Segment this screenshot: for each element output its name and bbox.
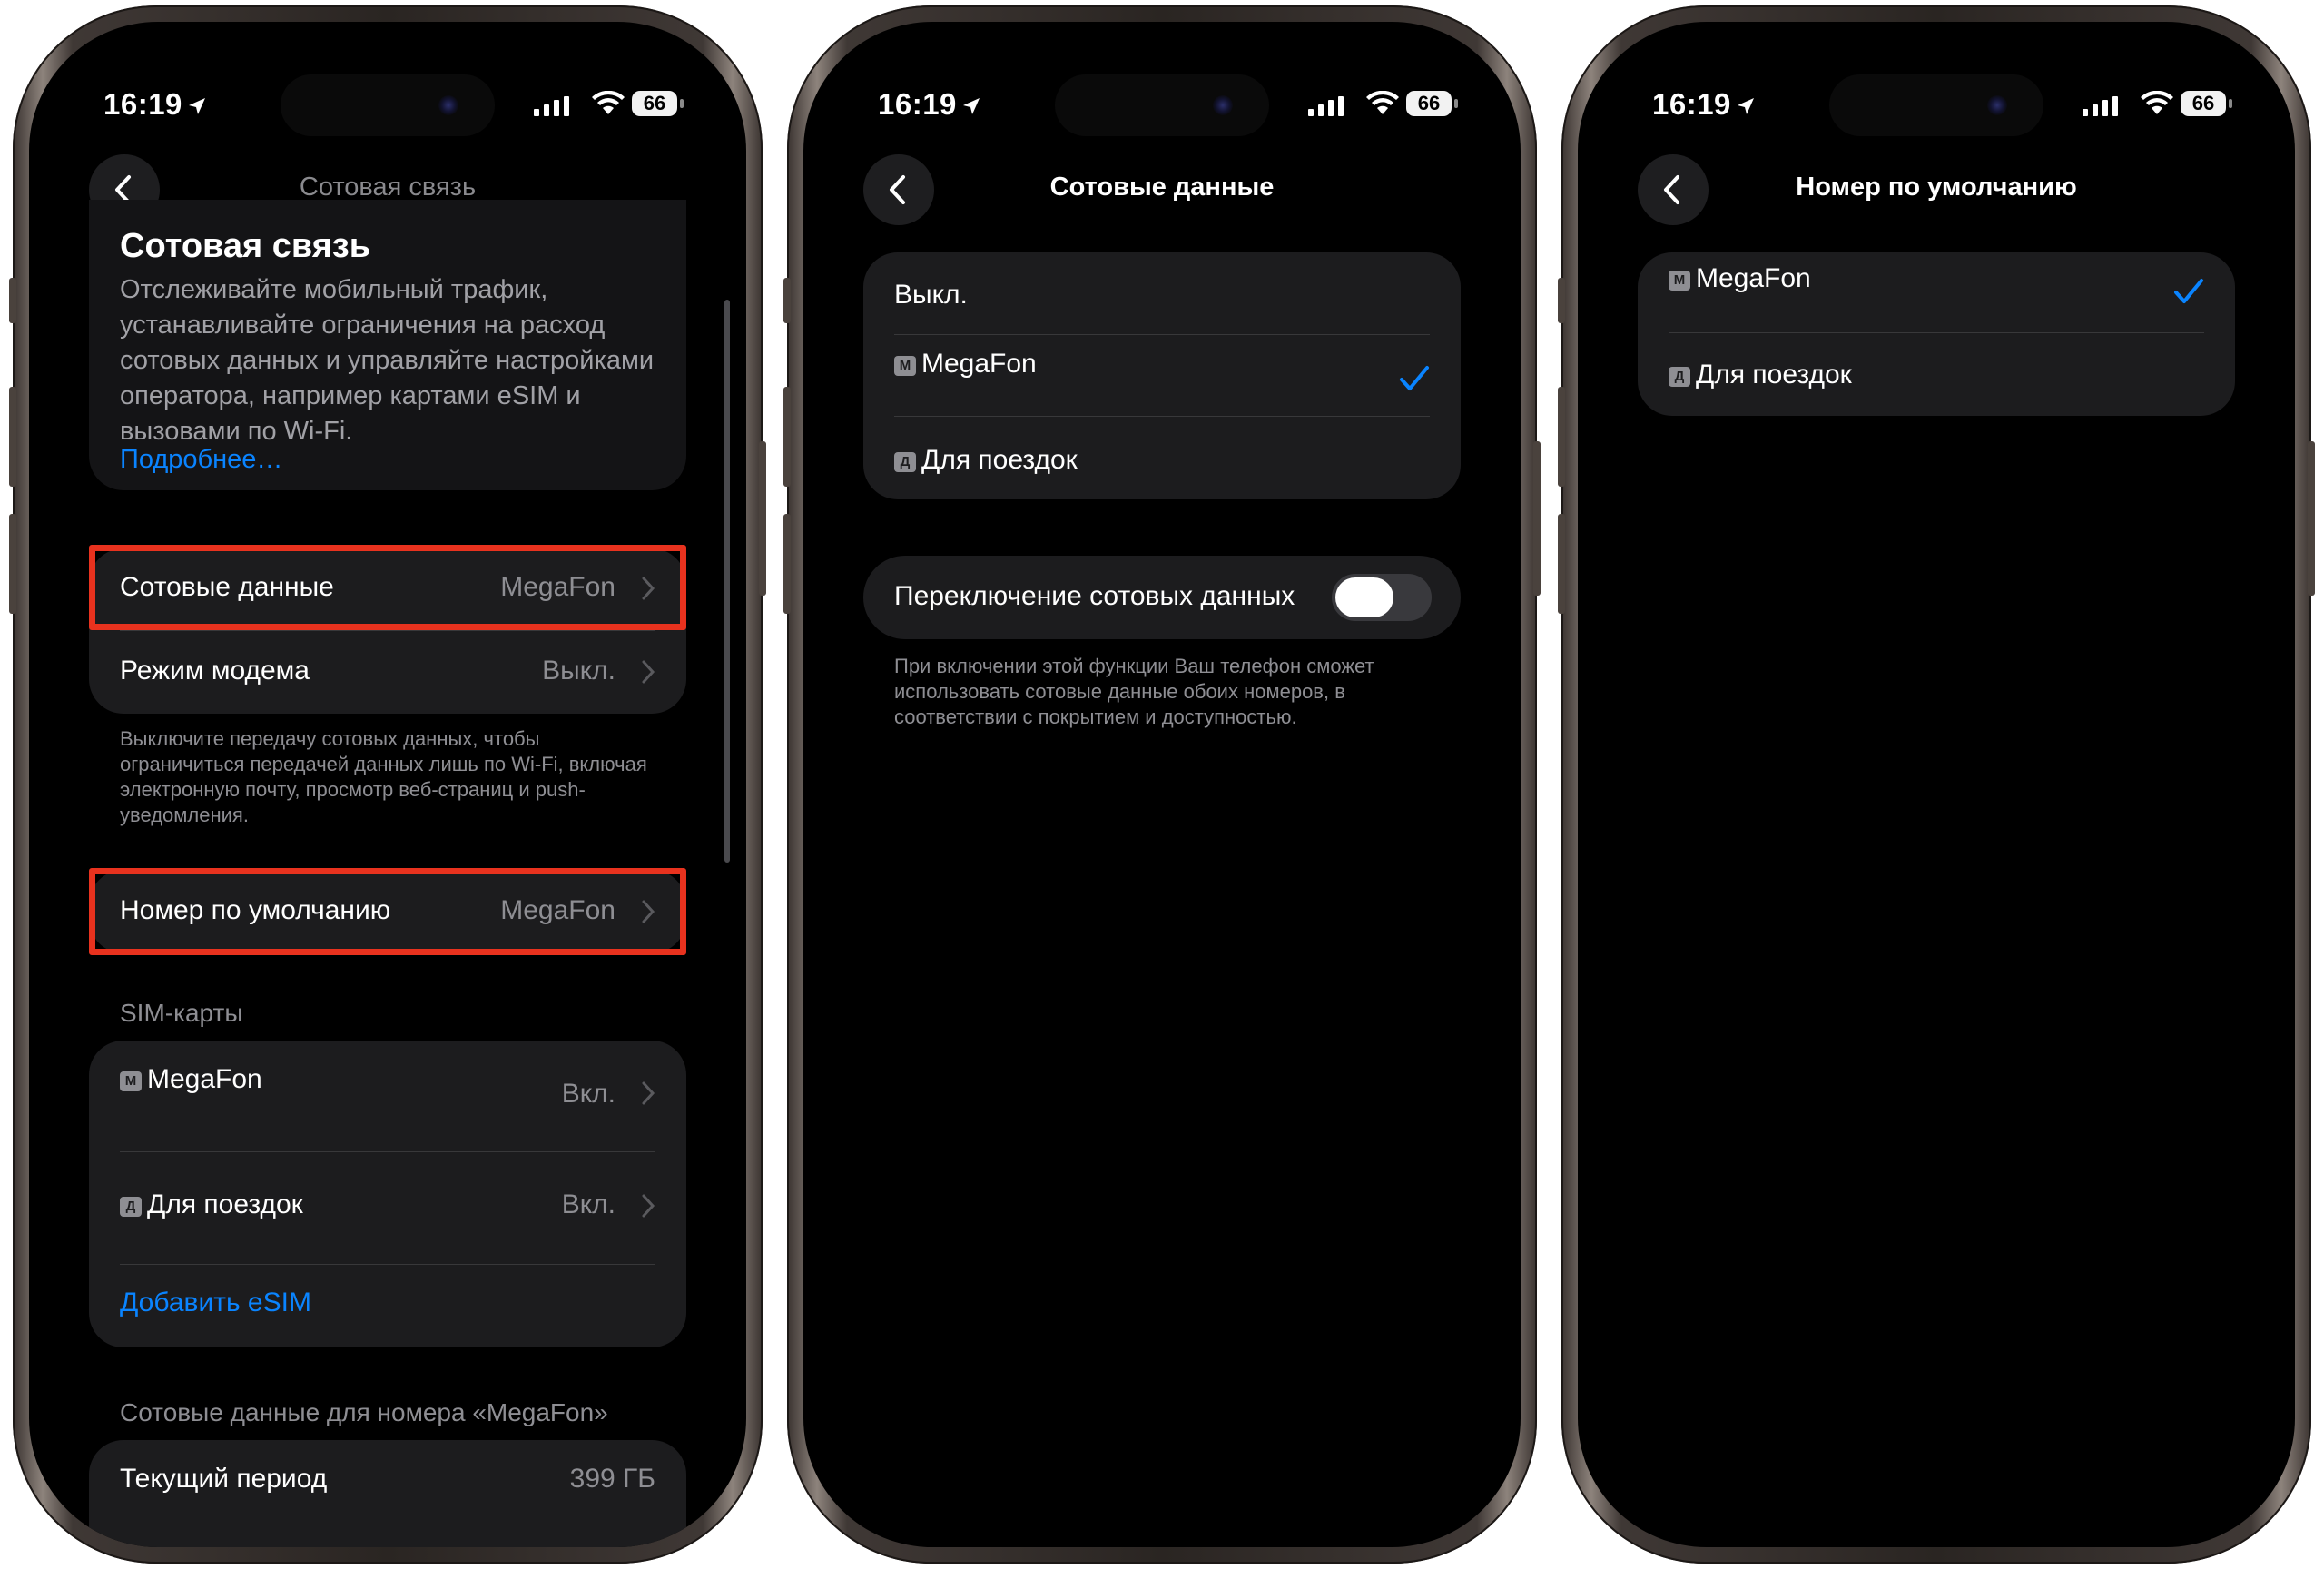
option-travel[interactable]: Д Для поездок — [1669, 360, 2204, 390]
sim-badge-icon: Д — [1669, 367, 1690, 387]
battery-indicator: 66 — [2181, 91, 2232, 116]
scroll-indicator[interactable] — [724, 300, 730, 863]
sim-status: Вкл. — [561, 1079, 615, 1109]
info-card-title: Сотовая связь — [120, 227, 371, 265]
screen-cellular-data: 16:19 66 Сотовые данные Выкл. M MegaFon Д… — [803, 22, 1521, 1547]
hotspot-value: Выкл. — [542, 656, 615, 686]
status-bar: 16:19 66 — [1578, 78, 2295, 133]
usage-section-header: Сотовые данные для номера «MegaFon» — [120, 1398, 608, 1426]
status-bar: 16:19 66 — [803, 78, 1521, 133]
hotspot-row[interactable]: Режим модема Выкл. — [120, 656, 655, 686]
more-link[interactable]: Подробнее… — [120, 445, 282, 475]
option-label: Выкл. — [894, 280, 968, 310]
info-card: Сотовая связь Отслеживайте мобильный тра… — [89, 200, 686, 490]
add-esim-link[interactable]: Добавить eSIM — [120, 1288, 655, 1318]
sim-row-travel[interactable]: Д Для поездок Вкл. — [120, 1189, 655, 1220]
status-time: 16:19 — [1652, 87, 1757, 122]
sim-badge-icon: M — [120, 1071, 142, 1091]
switching-group: Переключение сотовых данных — [863, 556, 1461, 639]
cellular-footer-note: Выключите передачу сотовых данных, чтобы… — [120, 727, 647, 826]
sim-status: Вкл. — [561, 1189, 615, 1219]
highlight-default-number — [89, 868, 686, 955]
chevron-right-icon — [642, 1194, 655, 1218]
sim-row-megafon[interactable]: M MegaFon Вкл. — [120, 1064, 655, 1137]
wifi-icon — [1366, 91, 1399, 114]
nav-title: Номер по умолчанию — [1796, 173, 2077, 202]
option-megafon[interactable]: M MegaFon — [1669, 263, 2204, 327]
switching-toggle[interactable] — [1332, 574, 1432, 621]
status-bar: 16:19 66 — [29, 78, 746, 133]
chevron-right-icon — [642, 1081, 655, 1105]
option-travel[interactable]: Д Для поездок — [894, 445, 1430, 476]
chevron-right-icon — [642, 660, 655, 684]
sim-section-header: SIM-карты — [120, 999, 243, 1027]
screen-cellular-settings: 16:19 66 Сотовая связь Сотовая связь Отс… — [29, 22, 746, 1547]
wifi-icon — [592, 91, 625, 114]
sim-badge-icon: Д — [894, 452, 916, 472]
info-card-description: Отслеживайте мобильный трафик, устанавли… — [120, 275, 655, 446]
cellular-signal-icon — [1308, 96, 1344, 116]
option-label: Для поездок — [921, 445, 1078, 475]
default-line-group: M MegaFon Д Для поездок — [1638, 252, 2235, 416]
usage-group: Текущий период 399 ГБ — [89, 1440, 686, 1547]
battery-indicator: 66 — [1406, 91, 1458, 116]
sim-badge-icon: M — [1669, 271, 1690, 291]
sim-badge-icon: M — [894, 356, 916, 376]
cellular-signal-icon — [534, 96, 569, 116]
option-label: Для поездок — [1696, 360, 1852, 390]
option-label: MegaFon — [1696, 263, 1811, 293]
sim-group: M MegaFon Вкл. Д Для поездок Вкл. Добавить… — [89, 1041, 686, 1347]
option-megafon[interactable]: M MegaFon — [894, 349, 1430, 412]
checkmark-icon — [2174, 279, 2203, 303]
screen-default-number: 16:19 66 Номер по умолчанию M MegaFon Д Дл… — [1578, 22, 2295, 1547]
sim-name: MegaFon — [147, 1064, 262, 1094]
hotspot-label: Режим модема — [120, 656, 310, 686]
sim-badge-icon: Д — [120, 1197, 142, 1217]
option-label: MegaFon — [921, 349, 1037, 379]
location-arrow-icon — [962, 98, 980, 115]
option-off[interactable]: Выкл. — [894, 280, 1430, 311]
status-time: 16:19 — [878, 87, 982, 122]
highlight-cellular-data — [89, 545, 686, 630]
location-arrow-icon — [188, 98, 205, 115]
switching-label: Переключение сотовых данных — [894, 581, 1295, 611]
checkmark-icon — [1400, 366, 1429, 390]
location-arrow-icon — [1737, 98, 1754, 115]
wifi-icon — [2141, 91, 2173, 114]
battery-indicator: 66 — [632, 91, 684, 116]
sim-name: Для поездок — [147, 1189, 303, 1219]
current-period-row: Текущий период 399 ГБ — [120, 1464, 655, 1495]
status-time: 16:19 — [103, 87, 208, 122]
phone-frame-1: 16:19 66 Сотовая связь Сотовая связь Отс… — [9, 5, 766, 1564]
nav-title: Сотовые данные — [1049, 173, 1275, 202]
switching-footer-note: При включении этой функции Ваш телефон с… — [894, 655, 1374, 728]
cellular-signal-icon — [2083, 96, 2118, 116]
current-period-label: Текущий период — [120, 1464, 328, 1494]
nav-title: Сотовая связь — [299, 173, 477, 202]
phone-frame-2: 16:19 66 Сотовые данные Выкл. M MegaFon Д… — [783, 5, 1541, 1564]
phone-frame-3: 16:19 66 Номер по умолчанию M MegaFon Д Дл… — [1558, 5, 2315, 1564]
current-period-value: 399 ГБ — [569, 1464, 655, 1494]
data-line-group: Выкл. M MegaFon Д Для поездок — [863, 252, 1461, 499]
